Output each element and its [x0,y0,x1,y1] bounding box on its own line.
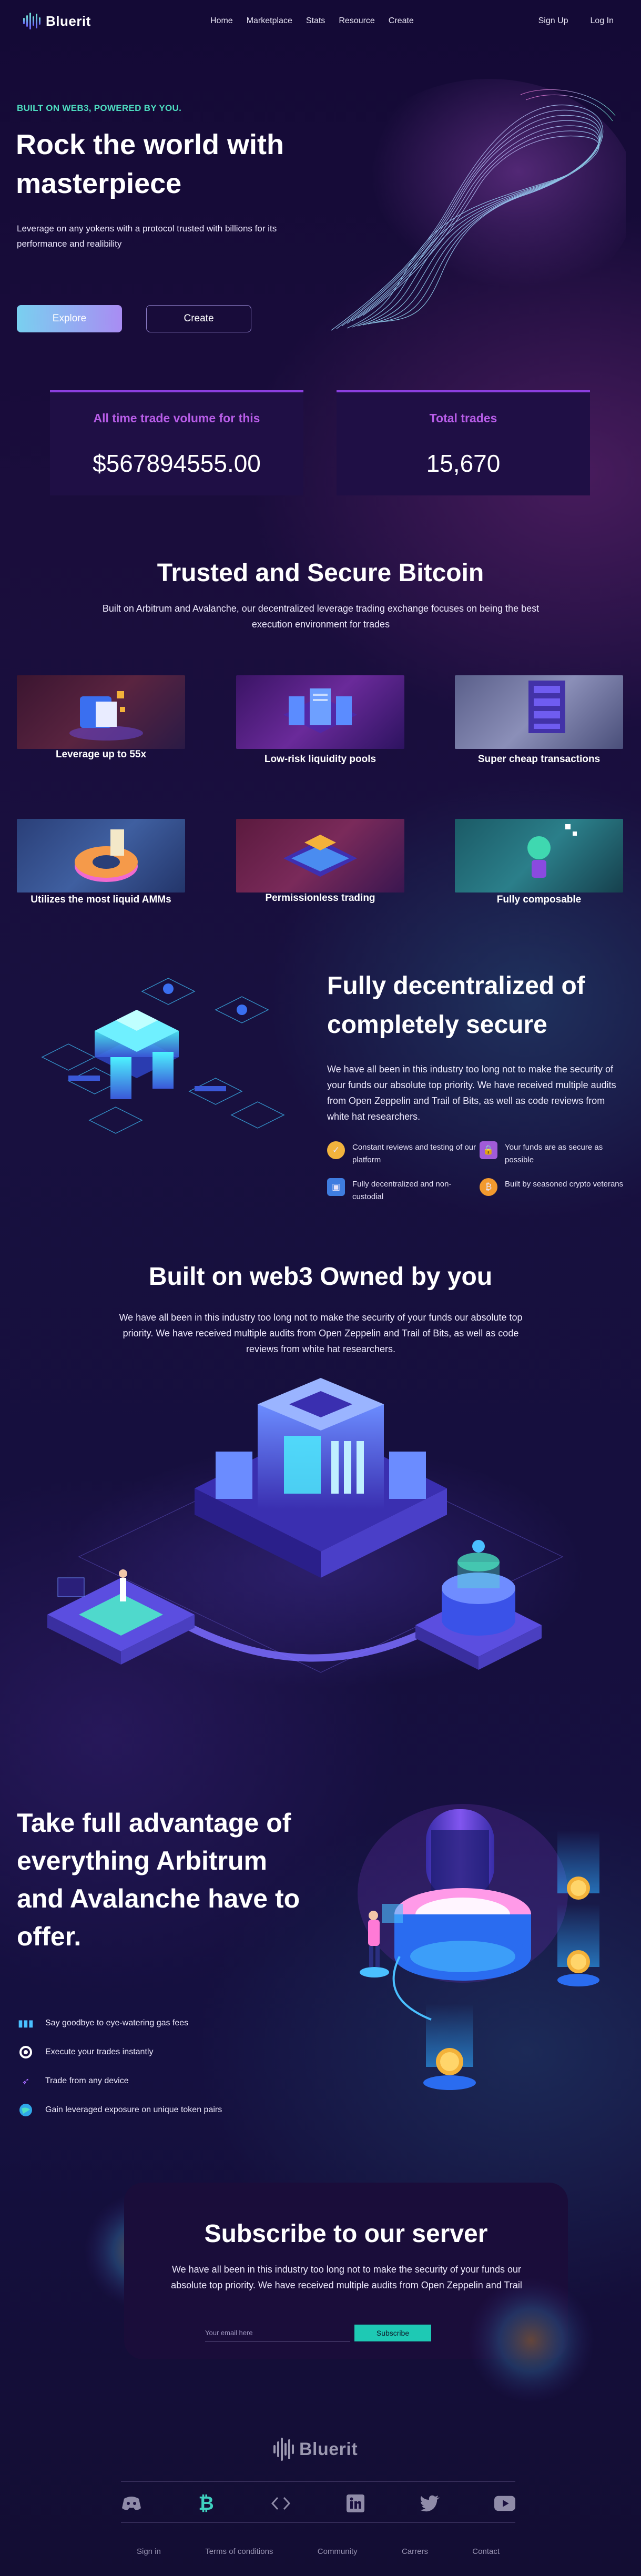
card-label: Low-risk liquidity pools [264,754,377,765]
target-icon [18,2044,34,2060]
explore-button[interactable]: Explore [17,305,122,332]
nav-links: Home Marketplace Stats Resource Create [210,16,414,26]
advantage-item: Execute your trades instantly [18,2044,153,2060]
subscribe-button[interactable]: Subscribe [354,2325,431,2341]
feature-text: Constant reviews and testing of our plat… [352,1143,476,1164]
stat-label: All time trade volume for this [93,411,260,425]
feature-item: ₿ Built by seasoned crypto veterans [480,1178,632,1196]
web3-text: We have all been in this industry too lo… [119,1312,523,1354]
card-label: Leverage up to 55x [55,749,147,760]
discord-icon[interactable] [121,2493,142,2514]
nav-link-home[interactable]: Home [210,16,233,26]
footer-logo[interactable]: Bluerit [273,2436,358,2462]
brand-name: Bluerit [299,2439,358,2459]
stat-card-volume: All time trade volume for this $56789455… [50,390,303,495]
footer-divider [121,2522,515,2523]
feature-item: ✓ Constant reviews and testing of our pl… [327,1141,480,1167]
hero-ribbon-illustration [331,79,626,331]
feature-item: 🔒 Your funds are as secure as possible [480,1141,632,1167]
log-in-link[interactable]: Log In [591,16,614,26]
hero-kicker: BUILT ON WEB3, POWERED BY YOU. [17,103,182,113]
footer-link-terms[interactable]: Terms of conditions [205,2547,273,2556]
top-navigation: Bluerit Home Marketplace Stats Resource … [0,0,641,42]
card-label: Utilizes the most liquid AMMs [30,894,171,905]
globe-icon [18,2102,34,2118]
feature-text: Your funds are as secure as possible [505,1143,603,1164]
youtube-icon[interactable] [494,2493,515,2514]
platform-illustration [236,819,404,893]
footer-link-careers[interactable]: Carrers [402,2547,428,2556]
wallet-icon: ▣ [327,1178,345,1196]
brand-name: Bluerit [46,13,91,29]
code-icon[interactable] [270,2493,291,2514]
advantage-text: Trade from any device [45,2076,129,2085]
footer-link-contact[interactable]: Contact [472,2547,500,2556]
decentralized-text: We have all been in this industry too lo… [327,1064,616,1122]
web3-title: Built on web3 Owned by you [148,1263,493,1291]
footer-link-community[interactable]: Community [318,2547,358,2556]
feature-item: ▣ Fully decentralized and non-custodial [327,1178,480,1203]
datacenter-illustration [47,1378,584,1688]
stat-card-trades: Total trades 15,670 [337,390,590,495]
chart-icon: ▮▮▮ [18,2017,34,2029]
server-illustration [236,675,404,749]
nav-link-marketplace[interactable]: Marketplace [247,16,292,26]
subscribe-title: Subscribe to our server [204,2220,488,2248]
auth-links: Sign Up Log In [538,16,614,26]
decentralized-title: Fully decentralized of completely secure [327,972,585,1039]
hero-subtitle: Leverage on any yokens with a protocol t… [17,224,277,249]
donut-chart-illustration [17,819,185,893]
twitter-icon[interactable] [420,2493,441,2514]
review-icon: ✓ [327,1141,345,1159]
advantage-text: Execute your trades instantly [45,2047,154,2056]
trusted-text: Built on Arbitrum and Avalanche, our dec… [102,603,540,630]
stack-illustration [455,675,623,749]
bitcoin-icon: ₿ [480,1178,497,1196]
nav-link-create[interactable]: Create [389,16,414,26]
feature-text: Fully decentralized and non-custodial [352,1180,452,1201]
bitcoin-icon[interactable]: ₿ [196,2492,217,2514]
email-field[interactable] [205,2325,350,2341]
linkedin-icon[interactable] [345,2493,366,2514]
nav-link-resource[interactable]: Resource [339,16,374,26]
advantage-text: Gain leveraged exposure on unique token … [45,2105,222,2114]
card-label: Super cheap transactions [477,754,601,765]
footer-links: Sign in Terms of conditions Community Ca… [121,2547,515,2556]
stat-value: 15,670 [426,450,501,477]
footer-divider [121,2481,515,2482]
logo-icon [23,12,40,31]
card-label: Fully composable [496,894,582,905]
stat-label: Total trades [429,411,497,425]
advantage-item: Gain leveraged exposure on unique token … [18,2102,222,2118]
trusted-title: Trusted and Secure Bitcoin [157,559,484,587]
card-label: Permissionless trading [265,893,375,904]
advantage-title: Take full advantage of everything Arbitr… [17,1808,300,1951]
brand-logo[interactable]: Bluerit [23,12,91,31]
footer-link-sign-in[interactable]: Sign in [137,2547,161,2556]
create-button[interactable]: Create [146,305,251,332]
blocks-network-illustration [41,978,285,1134]
nav-link-stats[interactable]: Stats [306,16,325,26]
advantage-text: Say goodbye to eye-watering gas fees [45,2019,189,2027]
advantage-item: ➶ Trade from any device [18,2073,129,2089]
advantage-item: ▮▮▮ Say goodbye to eye-watering gas fees [18,2015,188,2031]
social-links: ₿ [121,2492,515,2514]
hero-title: Rock the world with masterpiece [16,129,284,199]
stat-value: $567894555.00 [93,450,261,477]
robot-illustration [455,819,623,893]
exchange-tower-illustration [358,1804,599,2090]
logo-icon [273,2436,294,2462]
feature-text: Built by seasoned crypto veterans [505,1180,624,1189]
subscribe-text: We have all been in this industry too lo… [171,2264,522,2290]
lock-icon: 🔒 [480,1141,497,1159]
vault-illustration [17,675,185,749]
rocket-icon: ➶ [22,2075,30,2086]
sign-up-link[interactable]: Sign Up [538,16,568,26]
